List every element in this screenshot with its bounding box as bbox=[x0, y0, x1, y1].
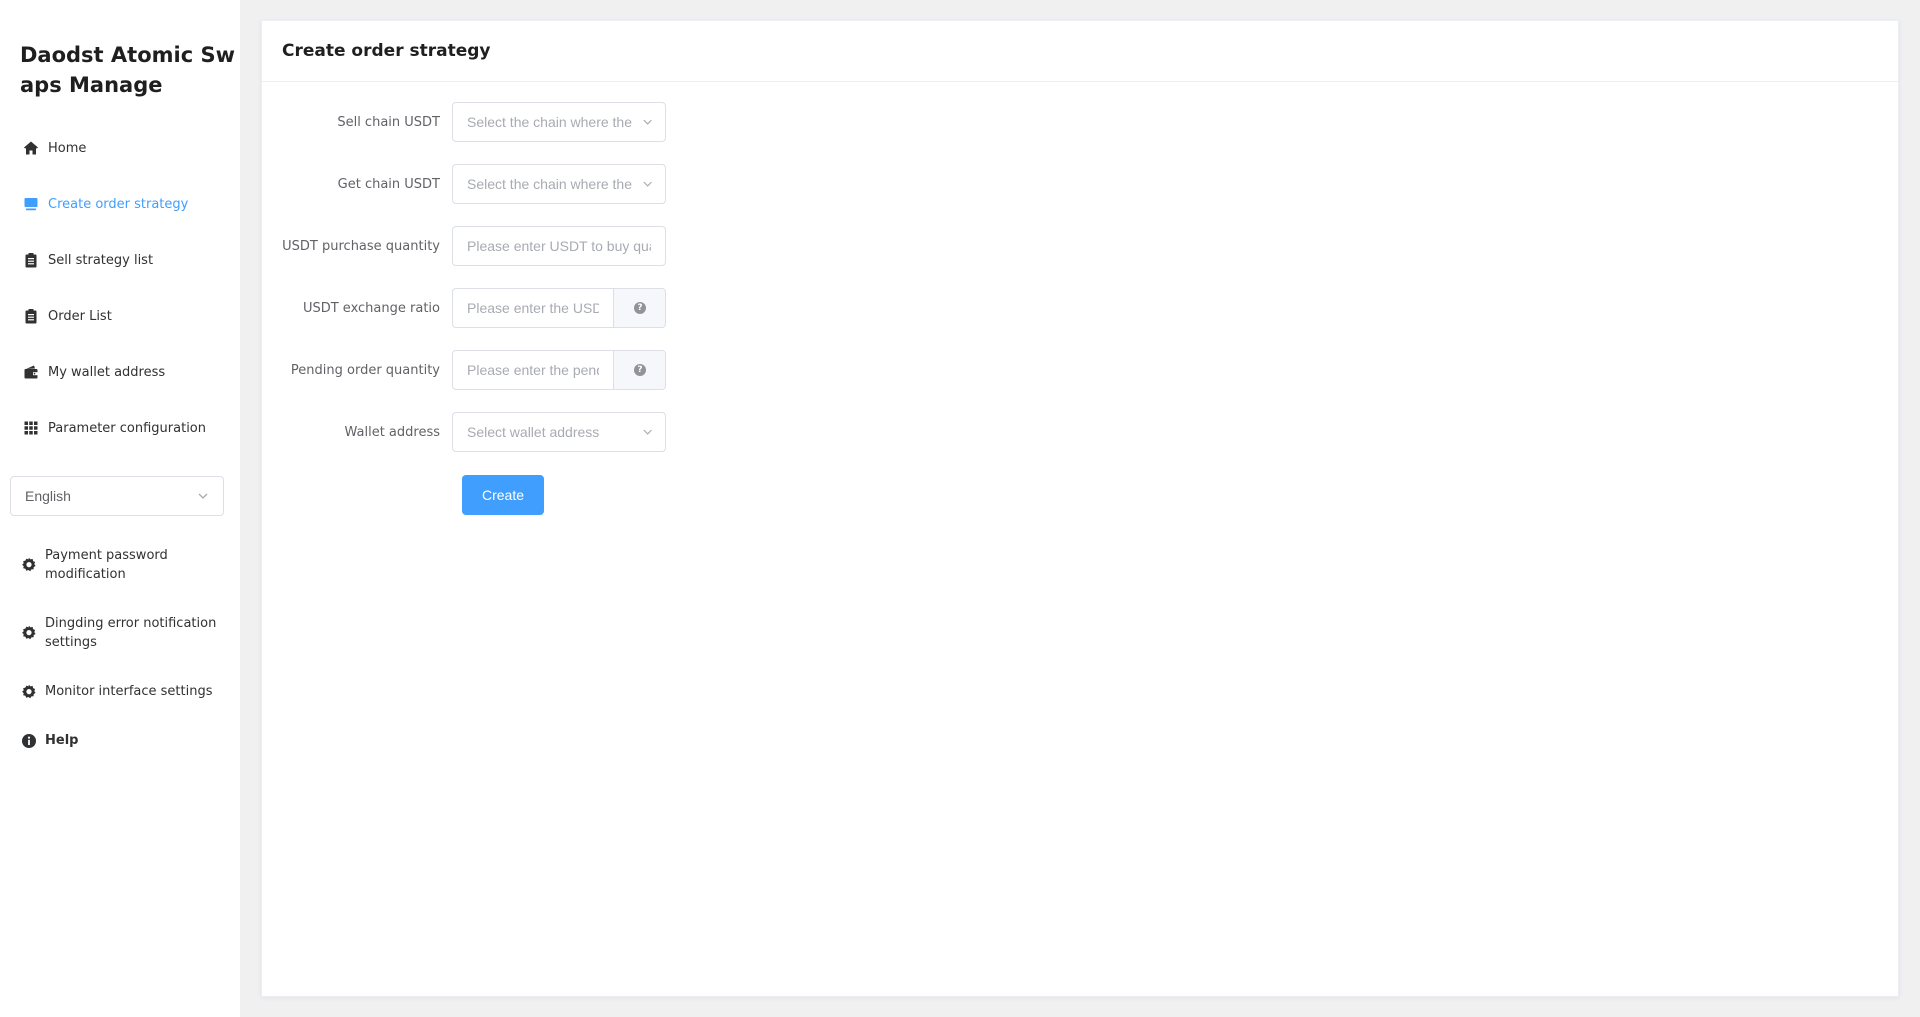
setting-payment-password[interactable]: Payment password modification bbox=[20, 546, 230, 584]
chevron-down-icon bbox=[198, 493, 208, 499]
clipboard-icon bbox=[22, 307, 40, 325]
setting-dingding-notification[interactable]: Dingding error notification settings bbox=[20, 614, 230, 652]
app-root: Daodst Atomic Swaps Manage Home Create o… bbox=[0, 0, 1920, 1017]
clipboard-icon bbox=[22, 251, 40, 269]
sidebar-item-order-list[interactable]: Order List bbox=[22, 304, 232, 328]
info-icon bbox=[20, 732, 38, 750]
question-circle-icon: ? bbox=[634, 364, 646, 376]
sidebar-item-label: Home bbox=[48, 140, 87, 156]
chevron-down-icon bbox=[643, 429, 652, 435]
create-button[interactable]: Create bbox=[462, 475, 544, 515]
form-row-exchange-ratio: USDT exchange ratio ? bbox=[262, 288, 962, 328]
language-select[interactable]: English bbox=[10, 476, 224, 516]
page-title: Create order strategy bbox=[262, 21, 1898, 82]
get-chain-label: Get chain USDT bbox=[337, 176, 440, 192]
monitor-icon bbox=[22, 195, 40, 213]
exchange-ratio-input[interactable] bbox=[453, 289, 613, 327]
pending-quantity-help[interactable]: ? bbox=[613, 351, 665, 389]
setting-label: Payment password modification bbox=[45, 548, 168, 582]
sell-chain-input[interactable] bbox=[453, 103, 642, 141]
sidebar-item-parameter-configuration[interactable]: Parameter configuration bbox=[22, 416, 232, 440]
sidebar-item-label: Sell strategy list bbox=[48, 252, 154, 268]
form-row-get-chain: Get chain USDT bbox=[262, 164, 962, 204]
exchange-ratio-help[interactable]: ? bbox=[613, 289, 665, 327]
sidebar-item-create-order-strategy[interactable]: Create order strategy bbox=[22, 192, 232, 216]
app-title: Daodst Atomic Swaps Manage bbox=[20, 43, 235, 97]
setting-label: Dingding error notification settings bbox=[45, 616, 217, 650]
gear-icon bbox=[20, 556, 38, 574]
sidebar-item-my-wallet-address[interactable]: My wallet address bbox=[22, 360, 232, 384]
pending-quantity-field[interactable]: ? bbox=[452, 350, 666, 390]
wallet-address-label: Wallet address bbox=[344, 424, 440, 440]
grid-icon bbox=[22, 419, 40, 437]
form-row-pending-quantity: Pending order quantity ? bbox=[262, 350, 962, 390]
purchase-quantity-input[interactable] bbox=[453, 227, 665, 265]
help-link[interactable]: Help bbox=[20, 731, 230, 750]
help-label: Help bbox=[45, 733, 79, 748]
gear-icon bbox=[20, 683, 38, 701]
sell-chain-select[interactable] bbox=[452, 102, 666, 142]
sidebar-item-label: My wallet address bbox=[48, 364, 166, 380]
sell-chain-label: Sell chain USDT bbox=[337, 114, 440, 130]
language-selected-value: English bbox=[25, 488, 71, 504]
setting-label: Monitor interface settings bbox=[45, 684, 213, 699]
gear-icon bbox=[20, 624, 38, 642]
form-row-sell-chain: Sell chain USDT bbox=[262, 102, 962, 142]
home-icon bbox=[22, 139, 40, 157]
exchange-ratio-label: USDT exchange ratio bbox=[302, 300, 440, 316]
sidebar-item-label: Parameter configuration bbox=[48, 420, 206, 436]
chevron-down-icon bbox=[643, 119, 652, 125]
purchase-quantity-field[interactable] bbox=[452, 226, 666, 266]
question-circle-icon: ? bbox=[634, 302, 646, 314]
exchange-ratio-field[interactable]: ? bbox=[452, 288, 666, 328]
sidebar-item-sell-strategy-list[interactable]: Sell strategy list bbox=[22, 248, 232, 272]
get-chain-select[interactable] bbox=[452, 164, 666, 204]
pending-quantity-label: Pending order quantity bbox=[290, 362, 440, 378]
sidebar: Daodst Atomic Swaps Manage Home Create o… bbox=[0, 0, 240, 1017]
purchase-quantity-label: USDT purchase quantity bbox=[282, 238, 440, 254]
sidebar-item-label: Order List bbox=[48, 308, 112, 324]
wallet-address-input[interactable] bbox=[453, 413, 642, 451]
setting-monitor-interface[interactable]: Monitor interface settings bbox=[20, 682, 230, 701]
get-chain-input[interactable] bbox=[453, 165, 642, 203]
wallet-address-select[interactable] bbox=[452, 412, 666, 452]
sidebar-item-label: Create order strategy bbox=[48, 196, 189, 212]
main-card: Create order strategy Sell chain USDT Ge… bbox=[261, 20, 1899, 997]
sidebar-item-home[interactable]: Home bbox=[22, 136, 232, 160]
wallet-icon bbox=[22, 363, 40, 381]
chevron-down-icon bbox=[643, 181, 652, 187]
form-row-purchase-quantity: USDT purchase quantity bbox=[262, 226, 962, 266]
pending-quantity-input[interactable] bbox=[453, 351, 613, 389]
form-row-wallet-address: Wallet address bbox=[262, 412, 962, 452]
